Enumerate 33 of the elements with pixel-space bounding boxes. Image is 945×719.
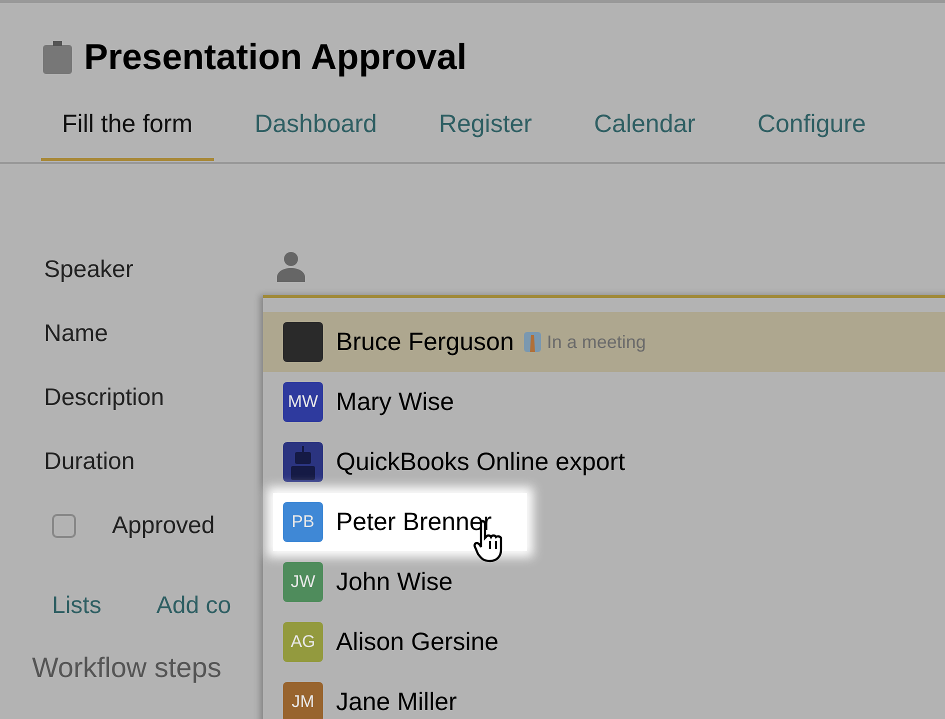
person-option[interactable]: Bruce Ferguson In a meeting	[263, 312, 945, 372]
initials-avatar: MW	[283, 382, 323, 422]
field-label: Duration	[44, 448, 136, 476]
person-option[interactable]: QuickBooks Online export	[263, 432, 945, 492]
person-name: Mary Wise	[336, 388, 454, 416]
checkbox-label: Approved	[112, 512, 215, 540]
person-name: Jane Miller	[336, 688, 457, 716]
section-heading: Workflow steps	[32, 652, 222, 684]
tab[interactable]: Fill the form	[41, 99, 214, 161]
person-option[interactable]: JM Jane Miller	[263, 672, 945, 719]
initials-avatar: JW	[283, 562, 323, 602]
person-name: Peter Brenner	[336, 508, 492, 536]
field-label: Speaker	[44, 256, 134, 284]
field-label: Name	[44, 320, 110, 348]
checkbox[interactable]	[52, 514, 76, 538]
person-option[interactable]: MW Mary Wise	[263, 372, 945, 432]
initials-avatar: JM	[283, 682, 323, 719]
person-name: John Wise	[336, 568, 453, 596]
person-option[interactable]: PB Peter Brenner	[263, 492, 945, 552]
field-label: Description	[44, 384, 166, 412]
person-option[interactable]: JW John Wise	[263, 552, 945, 612]
initials-avatar: AG	[283, 622, 323, 662]
suit-icon	[524, 332, 541, 352]
person-icon[interactable]	[275, 250, 307, 282]
person-name: QuickBooks Online export	[336, 448, 626, 476]
page-title: Presentation Approval	[84, 35, 467, 79]
avatar-photo-placeholder	[283, 322, 323, 362]
status-text: In a meeting	[546, 332, 646, 352]
person-option[interactable]: AG Alison Gersine	[263, 612, 945, 672]
person-name: Bruce Ferguson	[336, 328, 514, 356]
person-name: Alison Gersine	[336, 628, 499, 656]
clipboard-icon	[43, 40, 72, 74]
initials-avatar: PB	[283, 502, 323, 542]
